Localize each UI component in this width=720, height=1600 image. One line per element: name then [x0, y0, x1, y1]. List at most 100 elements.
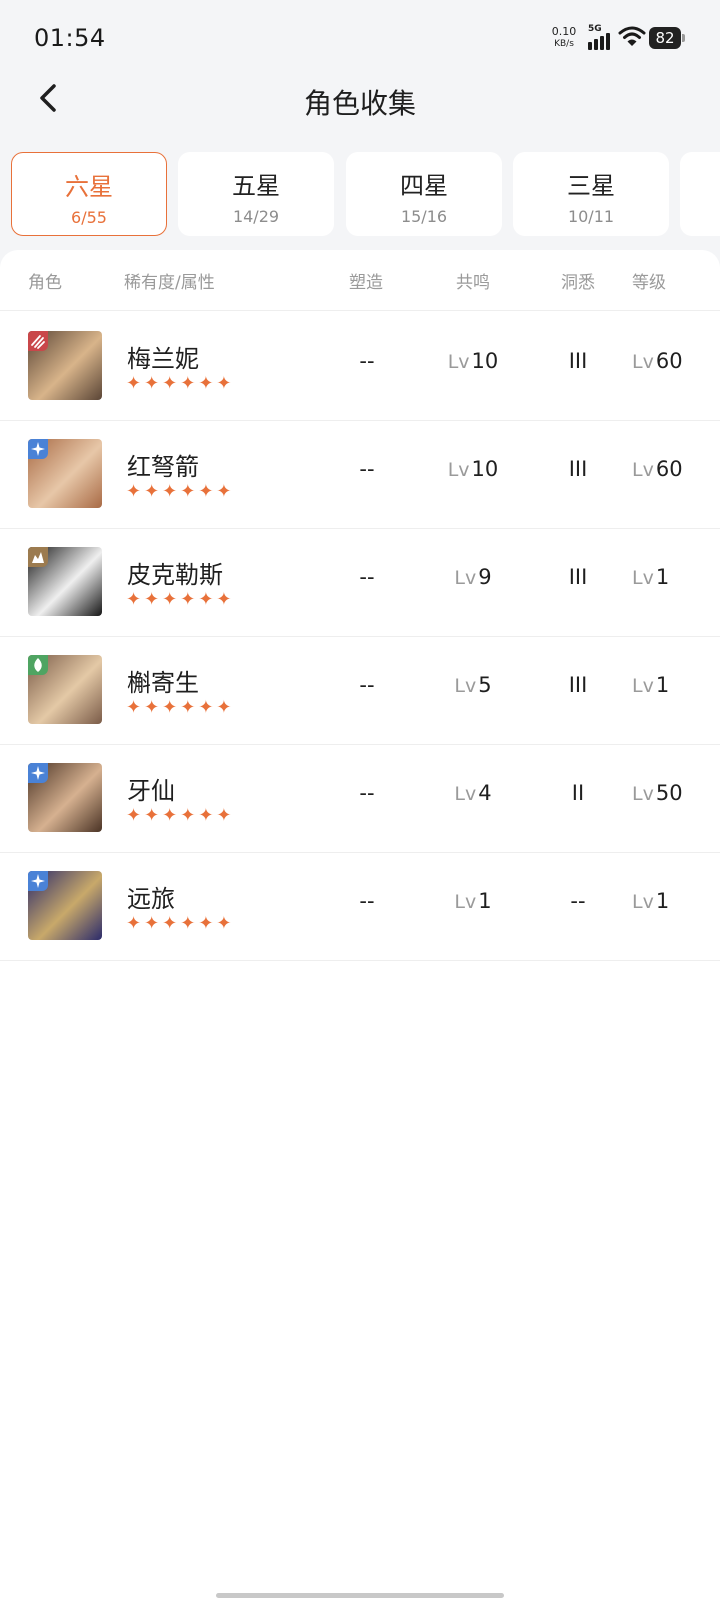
resonance-cell: Lv1: [445, 889, 501, 913]
table-row[interactable]: 牙仙 ✦✦✦✦✦✦ -- Lv4 II Lv50: [0, 743, 720, 853]
tab-count: 15/16: [400, 207, 448, 226]
resonance-value: 10: [471, 349, 499, 373]
tab-six-star[interactable]: 六星 6/55: [11, 152, 167, 236]
network-type: 5G: [588, 24, 602, 34]
lv-prefix: Lv: [632, 459, 654, 481]
status-time: 01:54: [34, 24, 106, 52]
star-spark-icon: [28, 763, 48, 783]
tab-four-star[interactable]: 四星 15/16: [346, 152, 502, 236]
rarity-stars: ✦✦✦✦✦✦: [126, 589, 235, 610]
network-speed-unit: KB/s: [554, 39, 574, 49]
page-title: 角色收集: [303, 87, 416, 120]
home-indicator[interactable]: [216, 1593, 504, 1598]
rarity-stars: ✦✦✦✦✦✦: [126, 805, 235, 826]
table-row[interactable]: 远旅 ✦✦✦✦✦✦ -- Lv1 -- Lv1: [0, 851, 720, 961]
resonance-cell: Lv10: [445, 457, 501, 481]
character-name: 槲寄生: [127, 669, 199, 697]
lv-prefix: Lv: [447, 459, 470, 481]
star-spark-icon: [28, 439, 48, 459]
shape-value: --: [359, 349, 375, 373]
resonance-value: 1: [478, 889, 492, 913]
col-character: 角色: [28, 273, 62, 293]
claw-icon: [28, 331, 48, 351]
level-value: 50: [655, 781, 683, 805]
resonance-cell: Lv9: [445, 565, 501, 589]
shape-value: --: [359, 781, 375, 805]
character-name: 红弩箭: [127, 453, 199, 481]
resonance-value: 9: [478, 565, 492, 589]
star-spark-icon: [28, 871, 48, 891]
level-value: 1: [655, 673, 670, 697]
level-cell: Lv60: [632, 457, 684, 481]
resonance-value: 10: [471, 457, 499, 481]
tab-count: 6/55: [71, 208, 107, 227]
shape-value: --: [359, 565, 375, 589]
rarity-stars: ✦✦✦✦✦✦: [126, 481, 235, 502]
insight-value: III: [568, 673, 588, 697]
network-speed: 0.10 KB/s: [548, 26, 580, 50]
lv-prefix: Lv: [454, 783, 477, 805]
level-cell: Lv60: [632, 349, 684, 373]
level-value: 1: [655, 565, 670, 589]
rarity-tabs: 六星 6/55 五星 14/29 四星 15/16 三星 10/11: [11, 152, 720, 238]
level-value: 60: [655, 349, 683, 373]
level-value: 1: [655, 889, 670, 913]
character-avatar: [28, 871, 102, 940]
character-table: 角色 稀有度/属性 塑造 共鸣 洞悉 等级 梅兰妮 ✦✦✦✦✦✦ -- Lv10 III…: [0, 250, 720, 1600]
lv-prefix: Lv: [632, 675, 654, 697]
col-rarity: 稀有度/属性: [124, 273, 215, 293]
character-avatar: [28, 655, 102, 724]
table-row[interactable]: 槲寄生 ✦✦✦✦✦✦ -- Lv5 III Lv1: [0, 635, 720, 745]
lv-prefix: Lv: [454, 891, 477, 913]
insight-value: III: [568, 349, 588, 373]
table-row[interactable]: 红弩箭 ✦✦✦✦✦✦ -- Lv10 III Lv60: [0, 419, 720, 529]
shape-value: --: [359, 457, 375, 481]
level-cell: Lv1: [632, 889, 684, 913]
insight-value: II: [571, 781, 585, 805]
wifi-icon: [618, 26, 646, 46]
lv-prefix: Lv: [632, 891, 654, 913]
shape-value: --: [359, 889, 375, 913]
level-cell: Lv50: [632, 781, 684, 805]
resonance-cell: Lv10: [445, 349, 501, 373]
rarity-stars: ✦✦✦✦✦✦: [126, 697, 235, 718]
lv-prefix: Lv: [632, 567, 654, 589]
resonance-value: 5: [478, 673, 492, 697]
character-name: 远旅: [127, 885, 175, 913]
tab-five-star[interactable]: 五星 14/29: [178, 152, 334, 236]
shape-value: --: [359, 673, 375, 697]
character-avatar: [28, 439, 102, 508]
rock-icon: [28, 547, 48, 567]
battery-icon: 82: [649, 27, 685, 49]
rarity-stars: ✦✦✦✦✦✦: [126, 373, 235, 394]
character-name: 梅兰妮: [127, 345, 199, 373]
table-row[interactable]: 皮克勒斯 ✦✦✦✦✦✦ -- Lv9 III Lv1: [0, 527, 720, 637]
network-speed-value: 0.10: [551, 25, 577, 38]
insight-value: III: [568, 565, 588, 589]
col-shape: 塑造: [349, 273, 383, 293]
leaf-icon: [28, 655, 48, 675]
resonance-cell: Lv5: [445, 673, 501, 697]
lv-prefix: Lv: [454, 567, 477, 589]
resonance-value: 4: [478, 781, 492, 805]
character-name: 牙仙: [127, 777, 175, 805]
page-header: 角色收集: [0, 80, 720, 150]
character-avatar: [28, 763, 102, 832]
tab-three-star[interactable]: 三星 10/11: [513, 152, 669, 236]
character-avatar: [28, 331, 102, 400]
level-cell: Lv1: [632, 673, 684, 697]
level-value: 60: [655, 457, 683, 481]
tab-label: 六星: [65, 173, 113, 201]
table-row[interactable]: 梅兰妮 ✦✦✦✦✦✦ -- Lv10 III Lv60: [0, 311, 720, 421]
col-level: 等级: [632, 273, 666, 293]
tab-partial[interactable]: [680, 152, 720, 236]
lv-prefix: Lv: [447, 351, 470, 373]
col-insight: 洞悉: [561, 273, 595, 293]
status-bar: 01:54 0.10 KB/s 5G 82: [0, 0, 720, 80]
character-name: 皮克勒斯: [127, 561, 223, 589]
level-cell: Lv1: [632, 565, 684, 589]
tab-count: 14/29: [232, 207, 280, 226]
character-avatar: [28, 547, 102, 616]
col-resonance: 共鸣: [456, 273, 490, 293]
tab-label: 五星: [232, 172, 280, 200]
